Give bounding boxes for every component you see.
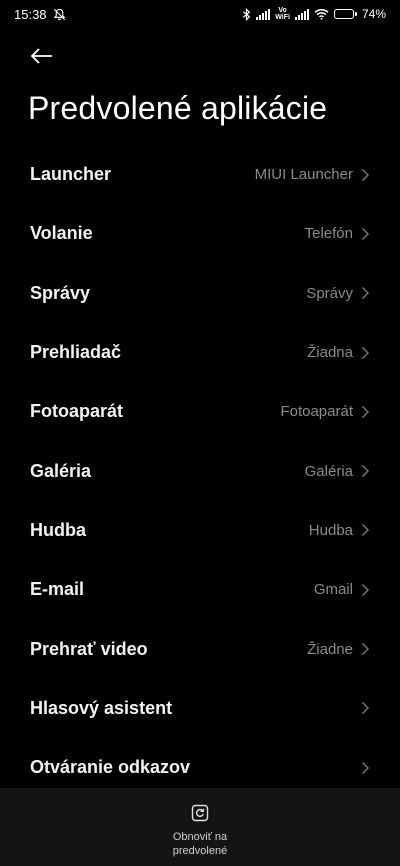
list-item-camera[interactable]: Fotoaparát Fotoaparát bbox=[0, 382, 400, 441]
list-item-voice-assistant[interactable]: Hlasový asistent bbox=[0, 679, 400, 738]
item-right: Žiadne bbox=[307, 641, 370, 658]
list-item-launcher[interactable]: Launcher MIUI Launcher bbox=[0, 145, 400, 204]
item-label: Volanie bbox=[30, 223, 93, 244]
reset-to-default-button[interactable]: Obnoviť na predvolené bbox=[155, 804, 245, 858]
chevron-right-icon bbox=[362, 761, 369, 774]
item-value: Telefón bbox=[304, 225, 353, 243]
signal-icon bbox=[256, 8, 271, 20]
status-bar: 15:38 Vo WiFi 74% bbox=[0, 0, 400, 28]
vowifi-icon: Vo WiFi bbox=[275, 7, 290, 21]
list-item-music[interactable]: Hudba Hudba bbox=[0, 501, 400, 560]
chevron-right-icon bbox=[362, 168, 369, 181]
chevron-right-icon bbox=[362, 405, 369, 418]
wifi-icon bbox=[314, 9, 329, 20]
item-right: Galéria bbox=[305, 463, 370, 480]
list-item-video-player[interactable]: Prehrať video Žiadne bbox=[0, 619, 400, 678]
vowifi-top-text: Vo bbox=[278, 7, 287, 14]
item-right: Telefón bbox=[305, 225, 370, 242]
default-apps-list: Launcher MIUI Launcher Volanie Telefón S… bbox=[0, 145, 400, 797]
status-right: Vo WiFi 74% bbox=[242, 7, 386, 21]
reset-label: Obnoviť na predvolené bbox=[172, 831, 228, 857]
item-value: Hudba bbox=[308, 521, 353, 539]
arrow-left-icon bbox=[30, 48, 52, 64]
item-value: Fotoaparát bbox=[280, 403, 353, 421]
item-label: Fotoaparát bbox=[30, 401, 124, 422]
chevron-right-icon bbox=[362, 643, 369, 656]
item-right bbox=[353, 701, 370, 715]
item-value: Žiadne bbox=[307, 640, 353, 658]
item-label: E-mail bbox=[30, 579, 85, 600]
chevron-right-icon bbox=[362, 524, 369, 537]
item-label: Hlasový asistent bbox=[30, 697, 173, 718]
item-right bbox=[353, 761, 370, 775]
item-value: Správy bbox=[306, 284, 353, 302]
battery-icon bbox=[333, 9, 357, 19]
page-title: Predvolené aplikácie bbox=[28, 90, 328, 126]
item-label: Launcher bbox=[30, 164, 112, 185]
item-right: MIUI Launcher bbox=[255, 166, 370, 183]
mute-bell-icon bbox=[53, 8, 66, 20]
battery-percent: 74% bbox=[361, 7, 386, 21]
list-item-email[interactable]: E-mail Gmail bbox=[0, 560, 400, 619]
bluetooth-icon bbox=[243, 7, 251, 21]
item-value: Žiadna bbox=[307, 344, 353, 362]
item-value: Gmail bbox=[313, 581, 353, 599]
item-right: Žiadna bbox=[307, 344, 370, 361]
status-left: 15:38 bbox=[14, 7, 66, 22]
chevron-right-icon bbox=[362, 702, 369, 715]
item-value: MIUI Launcher bbox=[254, 166, 353, 184]
item-label: Prehrať video bbox=[30, 638, 148, 659]
item-right: Správy bbox=[306, 285, 370, 302]
chevron-right-icon bbox=[362, 346, 369, 359]
status-time: 15:38 bbox=[14, 6, 47, 22]
list-item-calls[interactable]: Volanie Telefón bbox=[0, 204, 400, 263]
item-label: Otváranie odkazov bbox=[30, 757, 191, 778]
chevron-right-icon bbox=[362, 465, 369, 478]
item-label: Hudba bbox=[30, 519, 86, 540]
item-right: Hudba bbox=[309, 522, 370, 539]
item-right: Gmail bbox=[314, 581, 370, 598]
item-right: Fotoaparát bbox=[280, 403, 370, 420]
chevron-right-icon bbox=[362, 287, 369, 300]
signal-icon bbox=[294, 8, 309, 20]
list-item-gallery[interactable]: Galéria Galéria bbox=[0, 441, 400, 500]
item-value: Galéria bbox=[304, 462, 353, 480]
vowifi-bottom-text: WiFi bbox=[275, 14, 290, 21]
chevron-right-icon bbox=[362, 227, 369, 240]
list-item-messages[interactable]: Správy Správy bbox=[0, 264, 400, 323]
reset-icon bbox=[191, 804, 209, 822]
chevron-right-icon bbox=[362, 583, 369, 596]
bottom-action-bar: Obnoviť na predvolené bbox=[0, 788, 400, 866]
item-label: Správy bbox=[30, 282, 91, 303]
list-item-browser[interactable]: Prehliadač Žiadna bbox=[0, 323, 400, 382]
item-label: Galéria bbox=[30, 460, 92, 481]
item-label: Prehliadač bbox=[30, 342, 122, 363]
back-button[interactable] bbox=[24, 40, 60, 72]
